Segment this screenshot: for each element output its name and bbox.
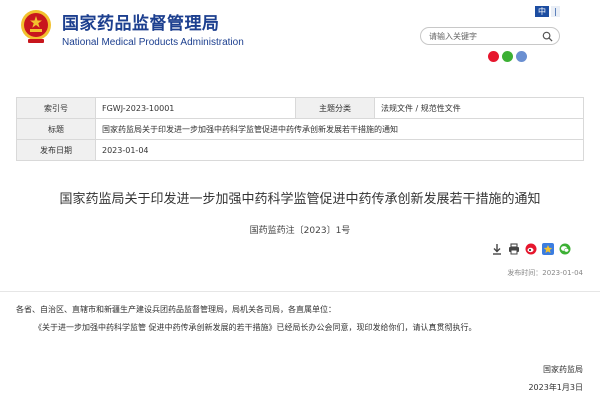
- wechat-icon[interactable]: [502, 50, 513, 62]
- meta-row-date: 发布日期 2023-01-04: [16, 139, 584, 161]
- site-title-en[interactable]: National Medical Products Administration: [62, 37, 244, 48]
- category-value: 法规文件 / 规范性文件: [374, 97, 584, 119]
- category-label: 主题分类: [295, 97, 375, 119]
- document-meta-table: 索引号 FGWJ-2023-10001 主题分类 法规文件 / 规范性文件 标题…: [16, 97, 584, 161]
- title-value: 国家药监局关于印发进一步加强中药科学监管促进中药传承创新发展若干措施的通知: [95, 118, 584, 140]
- site-header: 国家药品监督管理局 National Medical Products Admi…: [0, 0, 600, 80]
- article-tools: [491, 243, 571, 255]
- search-input[interactable]: [429, 30, 539, 43]
- title-label: 标题: [16, 118, 96, 140]
- language-switch-separator[interactable]: |: [551, 6, 560, 17]
- weibo-icon[interactable]: [525, 243, 537, 255]
- signing-date: 2023年1月3日: [528, 383, 583, 392]
- search-box[interactable]: [420, 27, 560, 45]
- meta-row-index: 索引号 FGWJ-2023-10001 主题分类 法规文件 / 规范性文件: [16, 97, 584, 119]
- meta-row-title: 标题 国家药监局关于印发进一步加强中药科学监管促进中药传承创新发展若干措施的通知: [16, 118, 584, 140]
- social-share-bar: [488, 50, 527, 62]
- date-label: 发布日期: [16, 139, 96, 161]
- document-salutation: 各省、自治区、直辖市和新疆生产建设兵团药品监督管理局，局机关各司局，各直属单位：: [16, 305, 336, 314]
- publish-time: 发布时间：2023-01-04: [507, 269, 583, 277]
- site-title-cn[interactable]: 国家药品监督管理局: [62, 9, 220, 34]
- print-icon[interactable]: [508, 243, 520, 255]
- download-icon[interactable]: [491, 243, 503, 255]
- document-body: 《关于进一步加强中药科学监管 促进中药传承创新发展的若干措施》已经局长办公会同意…: [34, 323, 477, 332]
- document-number: 国药监药注〔2023〕1号: [249, 226, 351, 236]
- wechat-icon[interactable]: [559, 243, 571, 255]
- document-title: 国家药监局关于印发进一步加强中药科学监管促进中药传承创新发展若干措施的通知: [59, 192, 541, 207]
- index-label: 索引号: [16, 97, 96, 119]
- language-switch-cn[interactable]: 中: [535, 6, 549, 17]
- weibo-icon[interactable]: [488, 50, 499, 62]
- content-divider: [0, 291, 600, 292]
- share-icon[interactable]: [516, 50, 527, 62]
- signing-organization: 国家药监局: [543, 365, 583, 374]
- index-value: FGWJ-2023-10001: [95, 97, 296, 119]
- star-icon[interactable]: [542, 243, 554, 255]
- date-value: 2023-01-04: [95, 139, 584, 161]
- search-icon[interactable]: [542, 31, 553, 42]
- national-emblem-icon[interactable]: [20, 8, 52, 44]
